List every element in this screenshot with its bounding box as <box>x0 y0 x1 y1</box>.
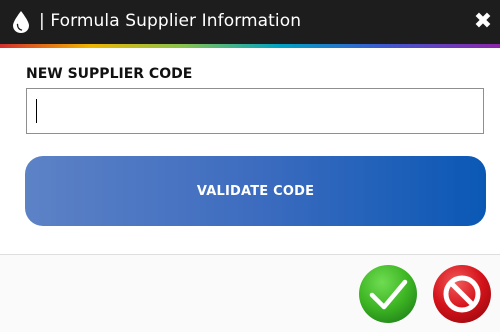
title-bar: | Formula Supplier Information ✖ <box>0 0 500 44</box>
window-title: | Formula Supplier Information <box>39 11 302 31</box>
dialog-footer <box>0 255 500 332</box>
validate-code-button[interactable]: VALIDATE CODE <box>25 156 486 226</box>
text-caret <box>36 99 37 123</box>
supplier-code-input[interactable] <box>26 88 484 134</box>
close-icon[interactable]: ✖ <box>472 9 494 35</box>
checkmark-icon[interactable] <box>358 264 418 324</box>
drop-icon <box>13 11 29 33</box>
supplier-dialog: | Formula Supplier Information ✖ NEW SUP… <box>0 0 500 332</box>
validate-code-label: VALIDATE CODE <box>196 183 315 199</box>
supplier-code-label: NEW SUPPLIER CODE <box>26 66 193 82</box>
prohibited-icon[interactable] <box>432 264 492 324</box>
title-accent-bar <box>0 44 500 48</box>
